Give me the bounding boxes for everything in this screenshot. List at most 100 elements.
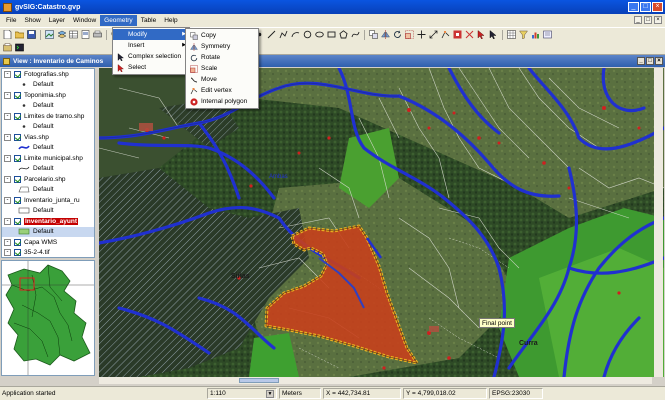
- locator-map[interactable]: [1, 260, 95, 376]
- draw-circle-icon[interactable]: [302, 29, 313, 40]
- view-icon[interactable]: [44, 29, 55, 40]
- menu-window[interactable]: Window: [69, 15, 100, 26]
- symmetry-tool-icon[interactable]: [380, 29, 391, 40]
- layer-properties-icon[interactable]: [542, 29, 553, 40]
- menu-item-select[interactable]: Select: [113, 62, 189, 73]
- explode-tool-icon[interactable]: [464, 29, 475, 40]
- menu-geometry[interactable]: Geometry: [100, 15, 137, 26]
- toc-layer-inventario-ayunt[interactable]: - Inventario_ayunt: [2, 216, 94, 227]
- menu-item-symmetry[interactable]: Symmetry: [186, 41, 258, 52]
- menu-file[interactable]: File: [2, 15, 20, 26]
- move-tool-icon[interactable]: [416, 29, 427, 40]
- open-folder-icon[interactable]: [14, 29, 25, 40]
- new-file-icon[interactable]: [2, 29, 13, 40]
- layer-visibility-checkbox[interactable]: [14, 249, 21, 257]
- map-vertical-scrollbar[interactable]: [654, 68, 663, 377]
- menu-item-insert[interactable]: Insert ▶: [113, 40, 189, 51]
- layer-visibility-checkbox[interactable]: [14, 175, 21, 183]
- layer-visibility-checkbox[interactable]: [14, 196, 21, 204]
- scale-tool-icon[interactable]: [404, 29, 415, 40]
- table-icon[interactable]: [68, 29, 79, 40]
- view-minimize-button[interactable]: _: [637, 57, 645, 65]
- layer-visibility-checkbox[interactable]: [14, 238, 21, 246]
- view-maximize-button[interactable]: □: [646, 57, 654, 65]
- menu-item-rotate[interactable]: Rotate: [186, 52, 258, 63]
- scrollbar-thumb[interactable]: [239, 378, 279, 383]
- layer-visibility-checkbox[interactable]: [14, 70, 21, 78]
- menu-table[interactable]: Table: [137, 15, 161, 26]
- doc-restore-button[interactable]: □: [644, 16, 652, 24]
- menu-layer[interactable]: Layer: [45, 15, 69, 26]
- menu-item-internal-polygon[interactable]: Internal polygon: [186, 96, 258, 107]
- chevron-down-icon[interactable]: ▼: [266, 389, 274, 398]
- layer-name: Vias.shp: [24, 133, 49, 141]
- internal-polygon-tool-icon[interactable]: [452, 29, 463, 40]
- console-icon[interactable]: [14, 42, 25, 53]
- collapse-toggle-icon[interactable]: -: [4, 217, 11, 225]
- toc-layer-vias[interactable]: - Vias.shp: [2, 132, 94, 143]
- print-icon[interactable]: [92, 29, 103, 40]
- statistics-icon[interactable]: [530, 29, 541, 40]
- doc-close-button[interactable]: ×: [654, 16, 662, 24]
- collapse-toggle-icon[interactable]: -: [4, 154, 11, 162]
- layer-visibility-checkbox[interactable]: [14, 133, 21, 141]
- collapse-toggle-icon[interactable]: -: [4, 175, 11, 183]
- menu-item-label: Move: [201, 76, 217, 83]
- collapse-toggle-icon[interactable]: -: [4, 70, 11, 78]
- edit-vertex-tool-icon[interactable]: [440, 29, 451, 40]
- scale-selector[interactable]: 1:110 ▼: [207, 388, 277, 399]
- layer-visibility-checkbox[interactable]: [14, 217, 21, 225]
- collapse-toggle-icon[interactable]: -: [4, 238, 11, 246]
- toc-legend-entry: Default: [2, 164, 94, 175]
- menu-item-copy[interactable]: Copy: [186, 30, 258, 41]
- save-icon[interactable]: [26, 29, 37, 40]
- menu-item-complex-selection[interactable]: Complex selection: [113, 51, 189, 62]
- menu-help[interactable]: Help: [160, 15, 181, 26]
- collapse-toggle-icon[interactable]: -: [4, 249, 11, 257]
- close-button[interactable]: ×: [652, 2, 663, 12]
- menu-show[interactable]: Show: [20, 15, 44, 26]
- draw-arc-icon[interactable]: [290, 29, 301, 40]
- toc-layer-raster[interactable]: - 35-2-4.tif: [2, 248, 94, 258]
- maximize-button[interactable]: □: [640, 2, 651, 12]
- minimize-button[interactable]: _: [628, 2, 639, 12]
- draw-line-icon[interactable]: [266, 29, 277, 40]
- toc-layer-toponimia[interactable]: - Toponimia.shp: [2, 90, 94, 101]
- select-tool-icon[interactable]: [476, 29, 487, 40]
- draw-ellipse-icon[interactable]: [314, 29, 325, 40]
- layout-icon[interactable]: [80, 29, 91, 40]
- map-horizontal-scrollbar[interactable]: [99, 377, 652, 384]
- toc-layer-limites-tramo[interactable]: - Limites de tramo.shp: [2, 111, 94, 122]
- stretch-tool-icon[interactable]: [428, 29, 439, 40]
- layer-visibility-checkbox[interactable]: [14, 154, 21, 162]
- draw-polyline-icon[interactable]: [278, 29, 289, 40]
- collapse-toggle-icon[interactable]: -: [4, 112, 11, 120]
- rotate-tool-icon[interactable]: [392, 29, 403, 40]
- menu-item-modify[interactable]: Modify ▶: [113, 29, 189, 40]
- map-canvas[interactable]: Siñas Curra Ambas Final point: [99, 68, 664, 377]
- doc-minimize-button[interactable]: _: [634, 16, 642, 24]
- menu-item-scale[interactable]: Scale: [186, 63, 258, 74]
- table-view-icon[interactable]: [506, 29, 517, 40]
- draw-spline-icon[interactable]: [350, 29, 361, 40]
- draw-rectangle-icon[interactable]: [326, 29, 337, 40]
- toc-layer-capa-wms[interactable]: - Capa WMS: [2, 237, 94, 248]
- copy-tool-icon[interactable]: [368, 29, 379, 40]
- toc-layer-inventario-junta[interactable]: - Inventario_junta_ru: [2, 195, 94, 206]
- menu-item-move[interactable]: Move: [186, 74, 258, 85]
- filter-icon[interactable]: [518, 29, 529, 40]
- toc-layer-fotografias[interactable]: - Fotografias.shp: [2, 69, 94, 80]
- view-close-button[interactable]: ×: [655, 57, 663, 65]
- complex-select-tool-icon[interactable]: [488, 29, 499, 40]
- collapse-toggle-icon[interactable]: -: [4, 133, 11, 141]
- toc-layer-limite-municipal[interactable]: - Limite municipal.shp: [2, 153, 94, 164]
- collapse-toggle-icon[interactable]: -: [4, 196, 11, 204]
- draw-polygon-icon[interactable]: [338, 29, 349, 40]
- toc-layer-parcelario[interactable]: - Parcelario.shp: [2, 174, 94, 185]
- collapse-toggle-icon[interactable]: -: [4, 91, 11, 99]
- project-manager-icon[interactable]: [2, 42, 13, 53]
- layer-visibility-checkbox[interactable]: [14, 112, 21, 120]
- menu-item-edit-vertex[interactable]: Edit vertex: [186, 85, 258, 96]
- layer-visibility-checkbox[interactable]: [14, 91, 21, 99]
- add-layer-icon[interactable]: [56, 29, 67, 40]
